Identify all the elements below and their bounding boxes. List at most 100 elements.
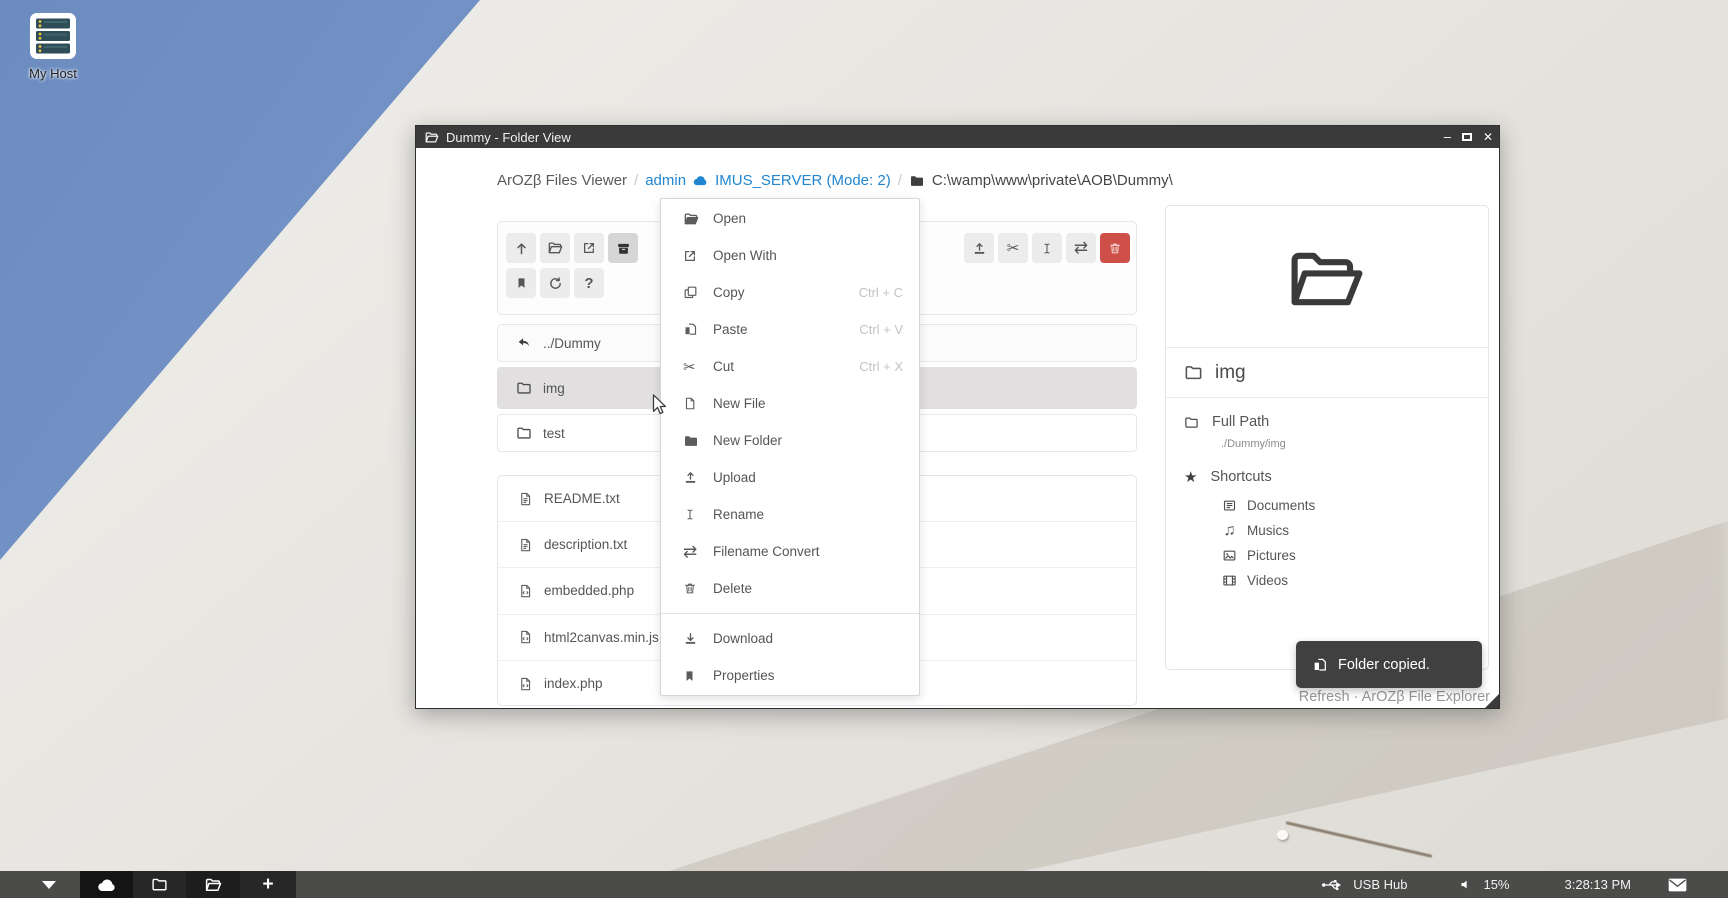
cloud-icon bbox=[692, 172, 709, 189]
up-directory-button[interactable] bbox=[506, 233, 536, 263]
menu-item-label: Paste bbox=[713, 322, 859, 337]
film-icon bbox=[1221, 573, 1238, 588]
bookmark-icon bbox=[683, 669, 700, 683]
refresh-button[interactable] bbox=[540, 268, 570, 298]
breadcrumb-host[interactable]: IMUS_SERVER (Mode: 2) bbox=[715, 172, 891, 189]
wallpaper-ski-pole bbox=[1286, 821, 1433, 858]
menu-item-shortcut: Ctrl + X bbox=[859, 359, 903, 374]
clock[interactable]: 3:28:13 PM bbox=[1565, 877, 1632, 892]
open-button[interactable] bbox=[540, 233, 570, 263]
system-tray: USB Hub 15% 3:28:13 PM bbox=[1321, 871, 1728, 898]
folder-view-window: Dummy - Folder View – ✕ ArOZβ Files View… bbox=[415, 125, 1500, 709]
cut-icon: ✂ bbox=[1007, 239, 1020, 257]
shortcut-label: Pictures bbox=[1247, 548, 1296, 563]
shortcut-pictures[interactable]: Pictures bbox=[1221, 543, 1470, 568]
folder-name: test bbox=[543, 426, 565, 441]
close-button[interactable]: ✕ bbox=[1483, 130, 1493, 144]
breadcrumb-server-link[interactable]: admin IMUS_SERVER (Mode: 2) bbox=[645, 172, 890, 189]
desktop-icon-label: My Host bbox=[14, 66, 92, 81]
open-in-new-button[interactable] bbox=[574, 233, 604, 263]
exchange-icon: ⇄ bbox=[1074, 238, 1088, 258]
menu-item-new-file[interactable]: New File bbox=[661, 385, 919, 422]
taskbar-tile-add[interactable]: + bbox=[240, 871, 296, 898]
resize-grip[interactable] bbox=[1485, 694, 1499, 708]
selected-item-name: img bbox=[1215, 362, 1246, 384]
menu-item-rename[interactable]: Rename bbox=[661, 496, 919, 533]
window-titlebar[interactable]: Dummy - Folder View – ✕ bbox=[416, 126, 1499, 148]
minimize-button[interactable]: – bbox=[1444, 132, 1451, 142]
archive-button[interactable] bbox=[608, 233, 638, 263]
folder-open-icon bbox=[547, 240, 563, 256]
filename-convert-button[interactable]: ⇄ bbox=[1066, 233, 1096, 263]
menu-item-copy[interactable]: Copy Ctrl + C bbox=[661, 274, 919, 311]
breadcrumb-app[interactable]: ArOZβ Files Viewer bbox=[497, 172, 627, 189]
shortcuts-row: ★ Shortcuts bbox=[1184, 468, 1470, 486]
cut-button[interactable]: ✂ bbox=[998, 233, 1028, 263]
server-icon bbox=[14, 10, 92, 62]
folder-icon bbox=[516, 425, 532, 441]
properties-button[interactable] bbox=[506, 268, 536, 298]
shortcut-videos[interactable]: Videos bbox=[1221, 568, 1470, 593]
volume-level[interactable]: 15% bbox=[1483, 877, 1509, 892]
help-button[interactable]: ? bbox=[574, 268, 604, 298]
context-menu: Open Open With Copy Ctrl + C Paste Ctrl … bbox=[660, 198, 920, 696]
menu-item-delete[interactable]: Delete bbox=[661, 570, 919, 607]
details-panel: img Full Path ./Dummy/img ★ Shortcuts bbox=[1165, 205, 1489, 670]
menu-item-cut[interactable]: ✂ Cut Ctrl + X bbox=[661, 348, 919, 385]
rename-button[interactable] bbox=[1032, 233, 1062, 263]
file-name: README.txt bbox=[544, 491, 620, 506]
breadcrumb-path: C:\wamp\www\private\AOB\Dummy\ bbox=[932, 172, 1173, 189]
maximize-button[interactable] bbox=[1462, 133, 1472, 141]
shortcut-musics[interactable]: ♫ Musics bbox=[1221, 518, 1470, 543]
external-link-icon bbox=[683, 249, 700, 263]
new-file-icon bbox=[683, 396, 700, 411]
delete-button[interactable] bbox=[1100, 233, 1130, 263]
taskbar-tile-folder[interactable] bbox=[133, 871, 186, 898]
menu-item-paste[interactable]: Paste Ctrl + V bbox=[661, 311, 919, 348]
menu-item-download[interactable]: Download bbox=[661, 620, 919, 657]
parent-directory-label: ../Dummy bbox=[543, 336, 601, 351]
file-name: html2canvas.min.js bbox=[544, 630, 659, 645]
window-title: Dummy - Folder View bbox=[446, 130, 571, 145]
folder-open-icon bbox=[204, 876, 222, 894]
menu-item-properties[interactable]: Properties bbox=[661, 657, 919, 694]
cloud-icon bbox=[96, 874, 118, 896]
music-icon: ♫ bbox=[1221, 522, 1238, 540]
folder-open-large-icon bbox=[1281, 241, 1373, 313]
menu-item-label: Delete bbox=[713, 581, 903, 596]
taskbar-tile-folder-open[interactable] bbox=[186, 871, 240, 898]
bookmark-icon bbox=[515, 276, 528, 290]
shortcut-documents[interactable]: Documents bbox=[1221, 493, 1470, 518]
menu-item-upload[interactable]: Upload bbox=[661, 459, 919, 496]
menu-item-label: Cut bbox=[713, 359, 859, 374]
brand-link[interactable]: ArOZβ File Explorer bbox=[1362, 689, 1490, 705]
menu-item-label: Download bbox=[713, 631, 903, 646]
taskbar-tile-cloud[interactable] bbox=[80, 871, 133, 898]
breadcrumb-user[interactable]: admin bbox=[645, 172, 686, 189]
desktop-icon-my-host[interactable]: My Host bbox=[14, 10, 92, 81]
shortcut-label: Documents bbox=[1247, 498, 1315, 513]
upload-button[interactable] bbox=[964, 233, 994, 263]
mail-icon[interactable] bbox=[1667, 877, 1688, 893]
toast-notification: Folder copied. bbox=[1296, 641, 1482, 688]
folder-open-icon bbox=[683, 211, 700, 227]
menu-item-shortcut: Ctrl + C bbox=[859, 285, 903, 300]
menu-item-open-with[interactable]: Open With bbox=[661, 237, 919, 274]
menu-item-new-folder[interactable]: New Folder bbox=[661, 422, 919, 459]
speaker-icon[interactable] bbox=[1459, 877, 1474, 892]
paste-icon bbox=[1312, 657, 1328, 673]
taskbar-expand-arrow-icon[interactable] bbox=[42, 881, 56, 889]
menu-item-label: Filename Convert bbox=[713, 544, 903, 559]
full-path-value: ./Dummy/img bbox=[1221, 438, 1470, 450]
usb-icon[interactable] bbox=[1321, 877, 1345, 893]
menu-item-open[interactable]: Open bbox=[661, 200, 919, 237]
folder-icon bbox=[1184, 363, 1203, 382]
upload-icon bbox=[683, 470, 700, 485]
file-name: embedded.php bbox=[544, 583, 634, 598]
usb-hub-label[interactable]: USB Hub bbox=[1353, 877, 1407, 892]
menu-item-label: Copy bbox=[713, 285, 859, 300]
code-file-icon bbox=[518, 676, 533, 692]
rename-ibeam-icon bbox=[1040, 241, 1054, 256]
menu-item-filename-convert[interactable]: ⇄ Filename Convert bbox=[661, 533, 919, 570]
refresh-link[interactable]: Refresh bbox=[1299, 689, 1350, 705]
